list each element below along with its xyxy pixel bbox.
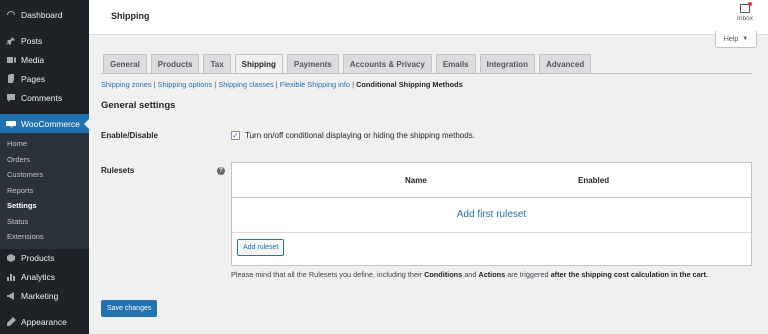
shipping-subsections: Shipping zones | Shipping options | Ship… — [101, 80, 463, 89]
pages-icon — [6, 73, 16, 84]
page-title: Shipping — [111, 11, 150, 21]
rulesets-table: Name Enabled Add first ruleset Add rules… — [231, 162, 752, 266]
tab-accounts-privacy[interactable]: Accounts & Privacy — [342, 54, 432, 73]
subsection-conditional-shipping-methods: Conditional Shipping Methods — [356, 80, 463, 89]
table-header: Name Enabled — [232, 163, 751, 198]
menu-label: Comments — [21, 92, 63, 103]
submenu-item-extensions[interactable]: Extensions — [0, 229, 89, 245]
enable-label: Enable/Disable — [101, 131, 158, 140]
menu-label: Analytics — [21, 272, 56, 282]
products-icon — [6, 253, 16, 263]
menu-item-posts[interactable]: Posts — [0, 31, 89, 50]
note-emphasis: after the shipping cost calculation in t… — [550, 270, 708, 279]
inbox-label: Inbox — [737, 15, 753, 22]
question-icon[interactable]: ? — [217, 167, 225, 175]
add-ruleset-button[interactable]: Add ruleset — [237, 239, 285, 256]
woocommerce-submenu: Home Orders Customers Reports Settings S… — [0, 133, 89, 249]
comments-icon — [6, 93, 16, 103]
save-changes-button[interactable]: Save changes — [101, 300, 158, 317]
note-text: Please mind that all the Rulesets you de… — [231, 270, 425, 279]
tab-advanced[interactable]: Advanced — [538, 54, 592, 73]
menu-label: Marketing — [21, 291, 59, 301]
woocommerce-icon — [6, 119, 16, 129]
help-button[interactable]: Help ▼ — [715, 31, 757, 48]
tabs-divider — [101, 73, 752, 74]
menu-item-appearance[interactable]: Appearance — [0, 313, 89, 332]
enable-row: ✓ Turn on/off conditional displaying or … — [231, 131, 475, 140]
admin-sidebar: Dashboard Posts Media Pages Comments Woo… — [0, 0, 89, 334]
tab-tax[interactable]: Tax — [203, 54, 231, 73]
menu-label: Media — [21, 54, 45, 65]
analytics-icon — [6, 272, 16, 282]
menu-label: Dashboard — [21, 9, 63, 20]
menu-item-woocommerce[interactable]: WooCommerce — [0, 114, 89, 133]
column-enabled: Enabled — [578, 176, 610, 185]
submenu-item-customers[interactable]: Customers — [0, 167, 89, 183]
tab-products[interactable]: Products — [150, 54, 200, 73]
marketing-icon — [6, 291, 16, 301]
rulesets-note: Please mind that all the Rulesets you de… — [231, 270, 708, 279]
settings-tabs: General Products Tax Shipping Payments A… — [103, 54, 595, 74]
tab-emails[interactable]: Emails — [435, 54, 476, 73]
pin-icon — [6, 36, 16, 46]
submenu-item-reports[interactable]: Reports — [0, 183, 89, 199]
tab-general[interactable]: General — [103, 54, 147, 73]
subsection-shipping-options[interactable]: Shipping options — [158, 80, 213, 89]
submenu-item-orders[interactable]: Orders — [0, 152, 89, 168]
menu-label: Pages — [21, 73, 46, 84]
submenu-item-settings[interactable]: Settings — [0, 198, 89, 214]
menu-item-products[interactable]: Products — [0, 249, 89, 268]
menu-label: Products — [21, 253, 55, 263]
menu-label: Appearance — [21, 317, 67, 327]
section-title: General settings — [101, 100, 176, 111]
column-name: Name — [405, 176, 427, 185]
help-label: Help — [723, 35, 739, 43]
submenu-item-status[interactable]: Status — [0, 214, 89, 230]
tab-payments[interactable]: Payments — [286, 54, 339, 73]
subsection-flexible-shipping-info[interactable]: Flexible Shipping info — [280, 80, 350, 89]
inbox-icon — [740, 2, 752, 13]
menu-item-media[interactable]: Media — [0, 50, 89, 69]
page-header: Shipping Inbox — [89, 0, 768, 35]
enable-checkbox[interactable]: ✓ — [231, 131, 240, 140]
menu-item-dashboard[interactable]: Dashboard — [0, 5, 89, 24]
subsection-shipping-classes[interactable]: Shipping classes — [218, 80, 273, 89]
tab-integration[interactable]: Integration — [479, 54, 535, 73]
menu-label: WooCommerce — [21, 118, 80, 129]
menu-item-comments[interactable]: Comments — [0, 88, 89, 107]
rulesets-label: Rulesets — [101, 166, 135, 175]
menu-item-marketing[interactable]: Marketing — [0, 287, 89, 306]
add-first-ruleset-link[interactable]: Add first ruleset — [232, 209, 751, 220]
menu-label: Posts — [21, 35, 43, 46]
dashboard-icon — [6, 10, 16, 20]
note-actions: Actions — [478, 270, 506, 279]
tab-shipping[interactable]: Shipping — [234, 54, 283, 74]
empty-row: Add first ruleset — [232, 198, 751, 233]
enable-checkbox-text: Turn on/off conditional displaying or hi… — [245, 131, 475, 140]
checkmark-icon: ✓ — [232, 130, 239, 140]
menu-item-pages[interactable]: Pages — [0, 69, 89, 88]
note-text: are triggered — [505, 270, 551, 279]
note-text: and — [462, 270, 479, 279]
submenu-item-home[interactable]: Home — [0, 136, 89, 152]
caret-down-icon: ▼ — [742, 36, 749, 42]
inbox-button[interactable]: Inbox — [734, 2, 756, 22]
appearance-icon — [6, 317, 16, 327]
media-icon — [6, 55, 16, 65]
subsection-shipping-zones[interactable]: Shipping zones — [101, 80, 152, 89]
menu-item-analytics[interactable]: Analytics — [0, 268, 89, 287]
note-conditions: Conditions — [424, 270, 463, 279]
